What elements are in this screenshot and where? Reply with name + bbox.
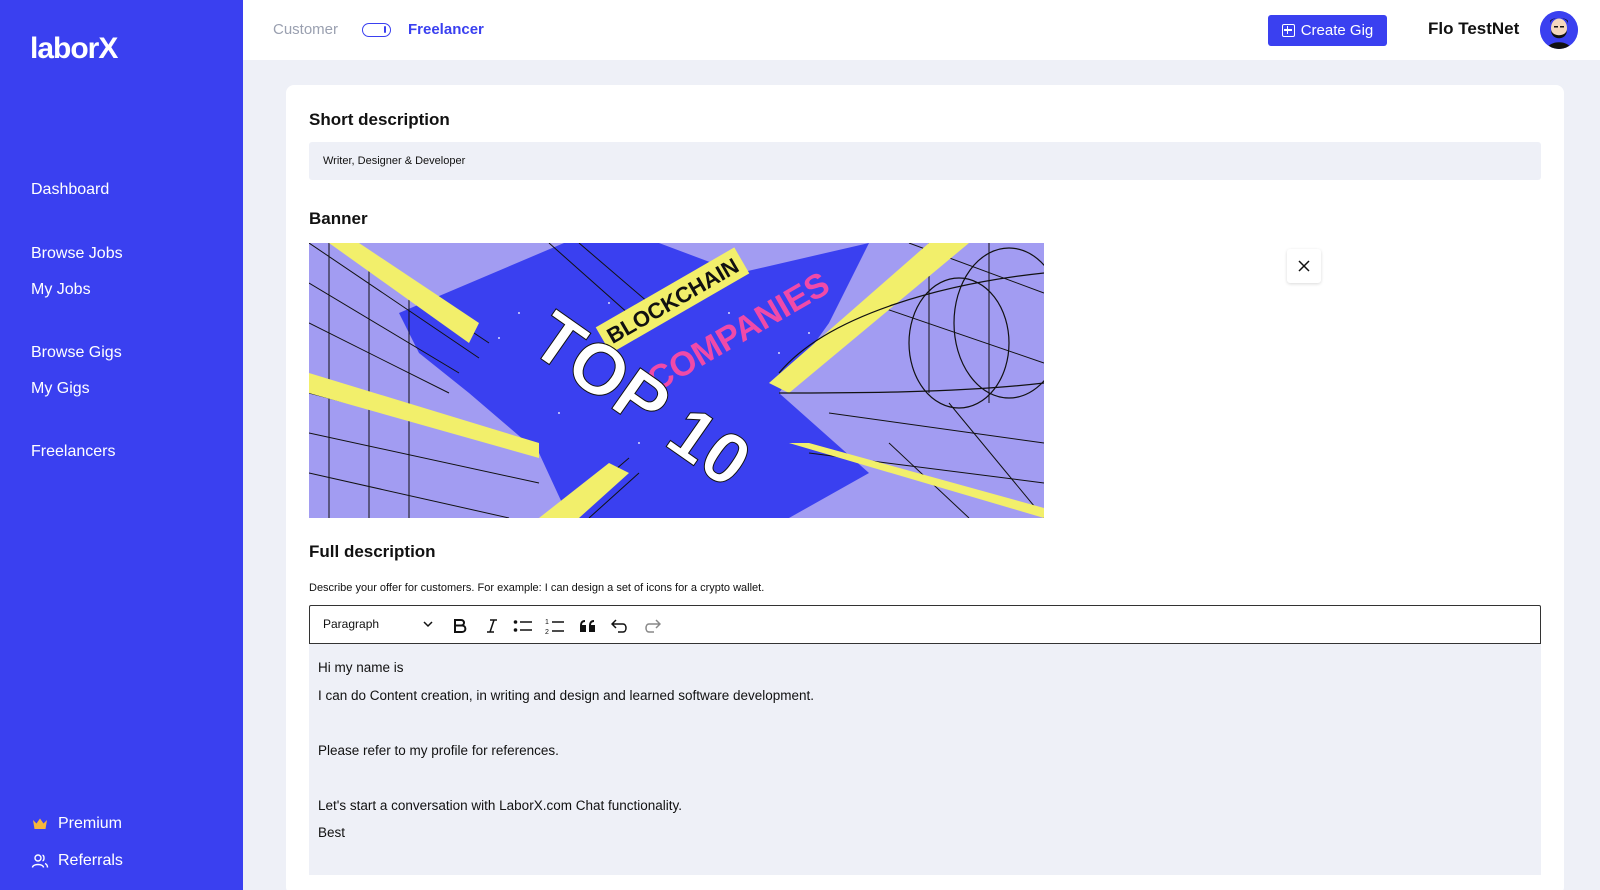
full-description-hint: Describe your offer for customers. For e…	[309, 582, 765, 594]
short-description-input[interactable]	[309, 142, 1541, 180]
gig-form-card: Short description Banner	[286, 85, 1564, 890]
redo-button[interactable]	[641, 615, 663, 637]
mode-customer-label[interactable]: Customer	[273, 21, 338, 38]
svg-text:1: 1	[545, 619, 549, 626]
undo-button[interactable]	[609, 615, 631, 637]
full-description-title: Full description	[309, 542, 436, 561]
block-format-select[interactable]: Paragraph	[323, 617, 379, 631]
numbered-list-button[interactable]: 1 2	[544, 615, 566, 637]
blockquote-button[interactable]	[577, 615, 599, 637]
premium-label: Premium	[58, 815, 123, 832]
chevron-down-icon[interactable]	[422, 618, 434, 630]
banner-title: Banner	[309, 209, 368, 228]
close-icon	[1298, 260, 1310, 272]
referrals-label: Referrals	[58, 852, 123, 869]
bullet-list-button[interactable]	[512, 615, 534, 637]
sidebar-item-premium[interactable]: Premium	[31, 815, 122, 833]
banner-image: BLOCKCHAIN COMPANIES TOP 10	[309, 243, 1044, 518]
italic-button[interactable]	[481, 615, 503, 637]
editor-line: Please refer to my profile for reference…	[318, 742, 559, 758]
logo[interactable]: laborX	[30, 32, 118, 66]
editor-line	[318, 768, 1532, 796]
bold-button[interactable]	[449, 615, 471, 637]
short-description-title: Short description	[309, 110, 450, 129]
bullet-list-icon	[513, 620, 532, 632]
users-icon	[31, 854, 49, 868]
user-avatar-icon	[1540, 11, 1578, 49]
editor-line: Hi my name is	[318, 660, 404, 675]
editor-line: Best	[318, 825, 346, 840]
crown-icon	[33, 818, 47, 829]
editor-line: Let's start a conversation with LaborX.c…	[318, 797, 683, 813]
italic-icon	[487, 619, 497, 633]
username[interactable]: Flo TestNet	[1428, 19, 1519, 39]
editor-line: I can do Content creation, in writing an…	[318, 687, 815, 703]
sidebar-item-browse-gigs[interactable]: Browse Gigs	[31, 344, 122, 362]
mode-freelancer-label[interactable]: Freelancer	[408, 21, 484, 38]
redo-icon	[645, 619, 661, 633]
editor-toolbar: Paragraph 1 2	[309, 605, 1541, 644]
full-description-editor[interactable]: Hi my name is I can do Content creation,…	[309, 644, 1541, 875]
sidebar-item-freelancers[interactable]: Freelancers	[31, 443, 115, 461]
svg-text:2: 2	[545, 629, 549, 635]
mode-toggle[interactable]	[362, 23, 391, 37]
bold-icon	[454, 619, 467, 633]
sidebar-item-referrals[interactable]: Referrals	[31, 852, 123, 870]
sidebar-item-dashboard[interactable]: Dashboard	[31, 181, 109, 199]
sidebar-item-browse-jobs[interactable]: Browse Jobs	[31, 245, 123, 263]
quote-icon	[580, 620, 595, 632]
top-bar: Customer Freelancer Create Gig Flo TestN…	[243, 0, 1600, 60]
editor-line	[318, 713, 1532, 741]
create-gig-label: Create Gig	[1300, 22, 1374, 39]
sidebar: laborX Dashboard Browse Jobs My Jobs Bro…	[0, 0, 243, 890]
numbered-list-icon: 1 2	[545, 619, 564, 635]
sidebar-item-my-jobs[interactable]: My Jobs	[31, 281, 91, 299]
undo-icon	[611, 619, 627, 633]
sidebar-item-my-gigs[interactable]: My Gigs	[31, 380, 90, 398]
remove-banner-button[interactable]	[1287, 249, 1321, 283]
avatar[interactable]	[1540, 11, 1578, 49]
plus-square-icon	[1281, 24, 1295, 37]
create-gig-button[interactable]: Create Gig	[1268, 15, 1387, 46]
